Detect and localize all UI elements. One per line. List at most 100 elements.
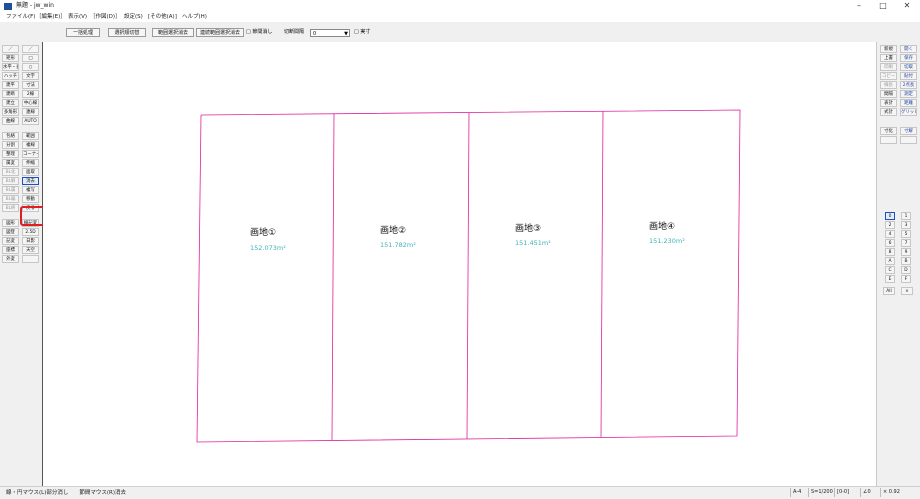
left-tool-4-1[interactable]: 寸法: [22, 81, 39, 89]
menu-other[interactable]: [その他(A)]: [148, 12, 177, 22]
right-tool-7-0[interactable]: 式計: [880, 108, 897, 116]
range-erase-button[interactable]: 範囲選択消去: [152, 28, 194, 37]
left-tool-5-0[interactable]: 建断: [2, 90, 19, 98]
layer-button-9[interactable]: 9: [901, 248, 911, 256]
all-layers-button[interactable]: All: [883, 287, 895, 295]
left-tool-20-1[interactable]: 日影: [22, 237, 39, 245]
layer-button-15[interactable]: F: [901, 275, 911, 283]
right-tool-4-1[interactable]: 2点長: [900, 81, 917, 89]
left-tool-3-0[interactable]: ハッチ: [2, 72, 19, 80]
left-tool-1-0[interactable]: 矩形: [2, 54, 19, 62]
layer-button-5[interactable]: 5: [901, 230, 911, 238]
right-tool-5-0[interactable]: 間隔: [880, 90, 897, 98]
left-tool-9-0[interactable]: 包絡: [2, 132, 19, 140]
layer-button-8[interactable]: 8: [885, 248, 895, 256]
scale-indicator[interactable]: S=1/200: [808, 488, 833, 497]
selection-order-button[interactable]: 選択順切替: [108, 28, 146, 37]
right-tool-9-1[interactable]: [900, 136, 917, 144]
left-tool-4-0[interactable]: 建平: [2, 81, 19, 89]
zoom-indicator[interactable]: × 0.92: [880, 488, 900, 497]
left-tool-18-0[interactable]: 図形: [2, 219, 19, 227]
layer-button-6[interactable]: 6: [885, 239, 895, 247]
menu-draw[interactable]: ［作図(D)］: [90, 12, 121, 22]
left-tool-7-1[interactable]: 連線: [22, 108, 39, 116]
left-tool-2-1[interactable]: ○: [22, 63, 39, 71]
minimize-button[interactable]: –: [846, 0, 872, 12]
layer-button-13[interactable]: D: [901, 266, 911, 274]
left-tool-17-0[interactable]: BL終: [2, 204, 19, 212]
left-tool-15-0[interactable]: BL属: [2, 186, 19, 194]
close-button[interactable]: ✕: [894, 0, 920, 12]
maximize-button[interactable]: □: [870, 0, 896, 12]
menu-file[interactable]: ファイル(F): [6, 12, 35, 22]
left-tool-16-1[interactable]: 移動: [22, 195, 39, 203]
left-tool-15-1[interactable]: 複写: [22, 186, 39, 194]
left-tool-21-0[interactable]: 座標: [2, 246, 19, 254]
left-tool-6-1[interactable]: 中心線: [22, 99, 39, 107]
left-tool-12-0[interactable]: 属変: [2, 159, 19, 167]
right-tool-3-1[interactable]: 貼付: [900, 72, 917, 80]
layer-button-2[interactable]: 2: [885, 221, 895, 229]
left-tool-7-0[interactable]: 多角形: [2, 108, 19, 116]
left-tool-19-1[interactable]: 2.5D: [22, 228, 39, 236]
left-tool-11-0[interactable]: 整理: [2, 150, 19, 158]
layer-button-10[interactable]: A: [885, 257, 895, 265]
left-tool-16-0[interactable]: BL編: [2, 195, 19, 203]
continuous-range-erase-button[interactable]: 連続範囲選択消去: [196, 28, 244, 37]
left-tool-5-1[interactable]: 2線: [22, 90, 39, 98]
layer-button-1[interactable]: 1: [901, 212, 911, 220]
left-tool-6-0[interactable]: 建立: [2, 99, 19, 107]
left-tool-0-1[interactable]: ／: [22, 45, 39, 53]
right-tool-7-1[interactable]: グリッド: [900, 108, 917, 116]
left-tool-8-0[interactable]: 曲線: [2, 117, 19, 125]
menu-help[interactable]: ヘルプ(H): [182, 12, 207, 22]
left-tool-14-0[interactable]: BL解: [2, 177, 19, 185]
right-tool-5-1[interactable]: 測定: [900, 90, 917, 98]
layer-close-button[interactable]: ×: [901, 287, 913, 295]
layer-button-14[interactable]: E: [885, 275, 895, 283]
right-tool-0-1[interactable]: 開く: [900, 45, 917, 53]
left-tool-2-0[interactable]: 水平・垂直: [2, 63, 19, 71]
right-tool-2-1[interactable]: 切取: [900, 63, 917, 71]
left-tool-19-0[interactable]: 図登: [2, 228, 19, 236]
paper-size[interactable]: A-4: [790, 488, 801, 497]
left-tool-10-0[interactable]: 分割: [2, 141, 19, 149]
drawing-canvas[interactable]: 画地① 152.073m² 画地② 151.782m² 画地③ 151.451m…: [43, 42, 876, 486]
layer-button-12[interactable]: C: [885, 266, 895, 274]
left-tool-22-0[interactable]: 外変: [2, 255, 19, 263]
left-tool-21-1[interactable]: 天空: [22, 246, 39, 254]
layer-button-0[interactable]: 0: [885, 212, 895, 220]
angle-indicator[interactable]: ∠0: [860, 488, 871, 497]
left-tool-13-0[interactable]: BL化: [2, 168, 19, 176]
real-size-checkbox[interactable]: □ 実寸: [354, 28, 370, 37]
right-tool-8-0[interactable]: 寸化: [880, 127, 897, 135]
left-tool-10-1[interactable]: 複線: [22, 141, 39, 149]
right-tool-0-0[interactable]: 新規: [880, 45, 897, 53]
left-tool-9-1[interactable]: 範囲: [22, 132, 39, 140]
left-tool-11-1[interactable]: コーナー: [22, 150, 39, 158]
section-erase-checkbox[interactable]: □ 節間消し: [246, 28, 272, 37]
layer-button-11[interactable]: B: [901, 257, 911, 265]
left-tool-20-0[interactable]: 記変: [2, 237, 19, 245]
right-tool-8-1[interactable]: 寸解: [900, 127, 917, 135]
layer-button-3[interactable]: 3: [901, 221, 911, 229]
left-tool-8-1[interactable]: AUTO: [22, 117, 39, 125]
left-tool-3-1[interactable]: 文字: [22, 72, 39, 80]
interval-select[interactable]: 0 ▼: [310, 29, 350, 37]
menu-edit[interactable]: ［編集(E)］: [36, 12, 66, 22]
left-tool-0-0[interactable]: ／: [2, 45, 19, 53]
left-tool-12-1[interactable]: 伸縮: [22, 159, 39, 167]
left-tool-22-1[interactable]: [22, 255, 39, 263]
right-tool-1-1[interactable]: 保存: [900, 54, 917, 62]
layer-button-7[interactable]: 7: [901, 239, 911, 247]
layer-indicator[interactable]: [0-0]: [834, 488, 849, 497]
right-tool-3-0[interactable]: コピー: [880, 72, 897, 80]
menu-view[interactable]: 表示(V): [68, 12, 87, 22]
layer-button-4[interactable]: 4: [885, 230, 895, 238]
left-tool-14-1[interactable]: 消去: [22, 177, 39, 185]
right-tool-6-1[interactable]: 距離: [900, 99, 917, 107]
right-tool-2-0[interactable]: 印刷: [880, 63, 897, 71]
left-tool-13-1[interactable]: 面取: [22, 168, 39, 176]
right-tool-6-0[interactable]: 表計: [880, 99, 897, 107]
left-tool-1-1[interactable]: □: [22, 54, 39, 62]
